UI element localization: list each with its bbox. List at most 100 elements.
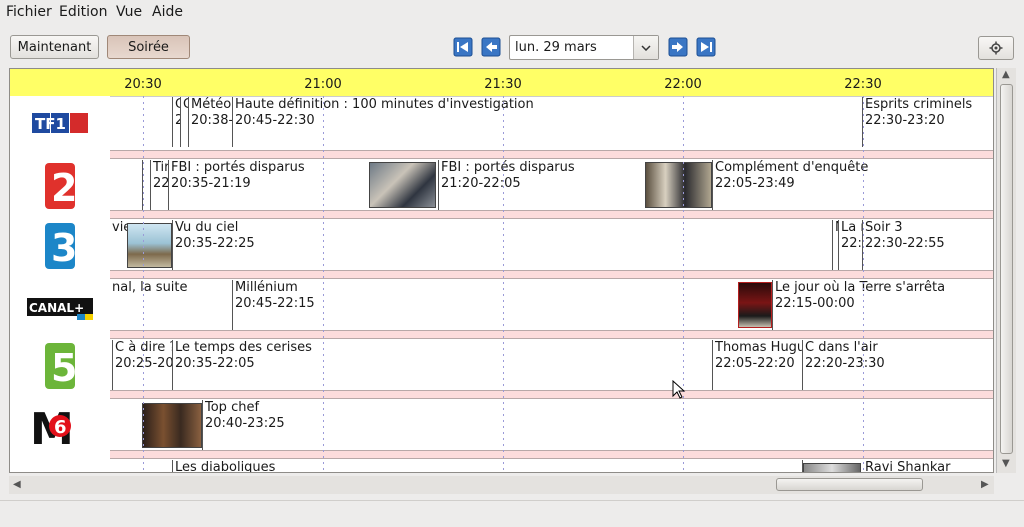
now-button[interactable]: Maintenant (10, 35, 99, 59)
program-cell[interactable] (110, 97, 173, 147)
program-title: Ravi Shankar (865, 460, 951, 473)
vertical-scroll-thumb[interactable] (1000, 84, 1013, 454)
france2-logo[interactable]: 2 (10, 156, 110, 216)
menu-edition[interactable]: Edition (59, 4, 107, 20)
program-time: 20:35-22:05 (175, 356, 255, 371)
svg-text:TF1: TF1 (35, 115, 66, 133)
next-day-icon[interactable] (668, 37, 688, 57)
channel-column: TF1 2 3 CANAL+ 5 M 6 (10, 96, 110, 472)
date-selector-value: lun. 29 mars (515, 40, 597, 55)
mouse-cursor-icon (672, 380, 686, 399)
program-title: N (835, 220, 838, 236)
france3-logo[interactable]: 3 (10, 216, 110, 276)
m6-logo[interactable]: M 6 (10, 396, 110, 456)
program-cell[interactable]: nal, la suite (110, 280, 233, 330)
time-label: 22:30 (844, 77, 882, 92)
program-cell[interactable]: C (181, 97, 189, 147)
chevron-down-icon[interactable] (633, 36, 658, 59)
program-time: 20:35-22:25 (175, 236, 255, 251)
program-cell[interactable] (110, 160, 143, 210)
program-cell[interactable] (143, 160, 151, 210)
svg-text:3: 3 (51, 226, 77, 270)
program-title: Le temps des cerises (175, 340, 312, 355)
row-separator (110, 270, 993, 279)
program-cell[interactable]: Millénium 20:45-22:15 (233, 280, 773, 330)
program-cell[interactable]: Le temps des cerises 20:35-22:05 (173, 340, 713, 390)
vertical-scrollbar[interactable]: ▲ ▼ (996, 68, 1016, 473)
program-cell[interactable]: Esprits criminels 22:30-23:20 (863, 97, 993, 147)
horizontal-scrollbar[interactable]: ◀ ▶ (9, 476, 994, 494)
program-cell[interactable]: Top chef 20:40-23:25 (203, 400, 993, 450)
preferences-button[interactable] (978, 36, 1014, 60)
time-label: 22:00 (664, 77, 702, 92)
scroll-left-icon[interactable]: ◀ (13, 479, 21, 490)
program-cell[interactable]: Vu du ciel 20:35-22:25 (173, 220, 833, 270)
program-time: 20:25-20 (115, 356, 173, 371)
svg-text:5: 5 (51, 346, 77, 390)
menu-fichier[interactable]: Fichier (6, 4, 52, 20)
previous-day-icon[interactable] (481, 37, 501, 57)
svg-text:6: 6 (54, 417, 67, 438)
program-thumbnail (803, 463, 861, 472)
first-day-icon[interactable] (453, 37, 473, 57)
program-cell[interactable]: Les diaboliques (173, 460, 803, 473)
status-bar (0, 500, 1024, 527)
program-time: 220 (153, 176, 169, 191)
timeline-bar: 20:30 21:00 21:30 22:00 22:30 (10, 69, 993, 97)
program-time: 2 (175, 113, 180, 129)
row-separator (110, 210, 993, 219)
scroll-right-icon[interactable]: ▶ (981, 479, 989, 490)
program-time: 20:45-22:30 (235, 113, 315, 128)
program-cell[interactable]: C à dire ? 20:25-20 (113, 340, 173, 390)
program-cell[interactable]: Météo 20:38- (189, 97, 233, 147)
tf1-logo[interactable]: TF1 (10, 96, 110, 156)
menu-aide[interactable]: Aide (152, 4, 183, 20)
program-title: nal, la suite (112, 280, 188, 295)
program-grid: 20:30 21:00 21:30 22:00 22:30 TF1 2 3 CA… (9, 68, 994, 473)
france5-logo[interactable]: 5 (10, 336, 110, 396)
scroll-down-icon[interactable]: ▼ (1002, 458, 1010, 469)
program-title: Esprits criminels (865, 97, 973, 112)
program-cell[interactable]: Thomas Hugu 22:05-22:20 (713, 340, 803, 390)
program-time: 22:05-23:49 (715, 176, 795, 191)
program-cell[interactable]: Haute définition : 100 minutes d'investi… (233, 97, 863, 147)
program-thumbnail (142, 403, 202, 448)
program-time: 22:30-22:55 (865, 236, 945, 251)
now-button-label: Maintenant (17, 39, 92, 55)
scroll-up-icon[interactable]: ▲ (1002, 69, 1010, 80)
program-title: Soir 3 (865, 220, 903, 235)
program-cell[interactable]: Tir220 (151, 160, 169, 210)
menu-vue[interactable]: Vue (116, 4, 142, 20)
program-title: Le jour où la Terre s'arrêta (775, 280, 946, 295)
program-cell[interactable]: C dans l'air 22:20-23:30 (803, 340, 993, 390)
program-title: Vu du ciel (175, 220, 239, 235)
evening-button[interactable]: Soirée (107, 35, 190, 59)
program-cell[interactable]: C2 (173, 97, 181, 147)
program-title: Thomas Hugu (715, 340, 803, 355)
program-cell[interactable]: Ravi Shankar (863, 460, 993, 473)
row-separator (110, 150, 993, 159)
horizontal-scroll-thumb[interactable] (776, 478, 923, 491)
gear-icon (989, 41, 1003, 55)
date-selector[interactable]: lun. 29 mars (509, 35, 659, 60)
program-time: 20:40-23:25 (205, 416, 285, 431)
last-day-icon[interactable] (696, 37, 716, 57)
time-label: 20:30 (124, 77, 162, 92)
program-cell[interactable]: La r22: (839, 220, 863, 270)
program-time: 22:15-00:00 (775, 296, 855, 311)
program-title: Millénium (235, 280, 298, 295)
program-title: Top chef (205, 400, 260, 415)
row-separator (110, 450, 993, 459)
program-title: C à dire ? (115, 340, 173, 355)
canal-plus-logo[interactable]: CANAL+ (10, 276, 110, 336)
program-time: 20:38- (191, 113, 233, 128)
program-cell[interactable]: Complément d'enquête 22:05-23:49 (713, 160, 993, 210)
program-cell[interactable]: Le jour où la Terre s'arrêta 22:15-00:00 (773, 280, 993, 330)
program-thumbnail (645, 162, 712, 208)
program-time: 20:45-22:15 (235, 296, 315, 311)
svg-text:CANAL+: CANAL+ (29, 301, 84, 315)
program-cell[interactable] (110, 460, 173, 472)
program-cell[interactable]: Soir 3 22:30-22:55 (863, 220, 993, 270)
program-title: Météo (191, 97, 232, 112)
program-title: Les diaboliques (175, 460, 276, 473)
